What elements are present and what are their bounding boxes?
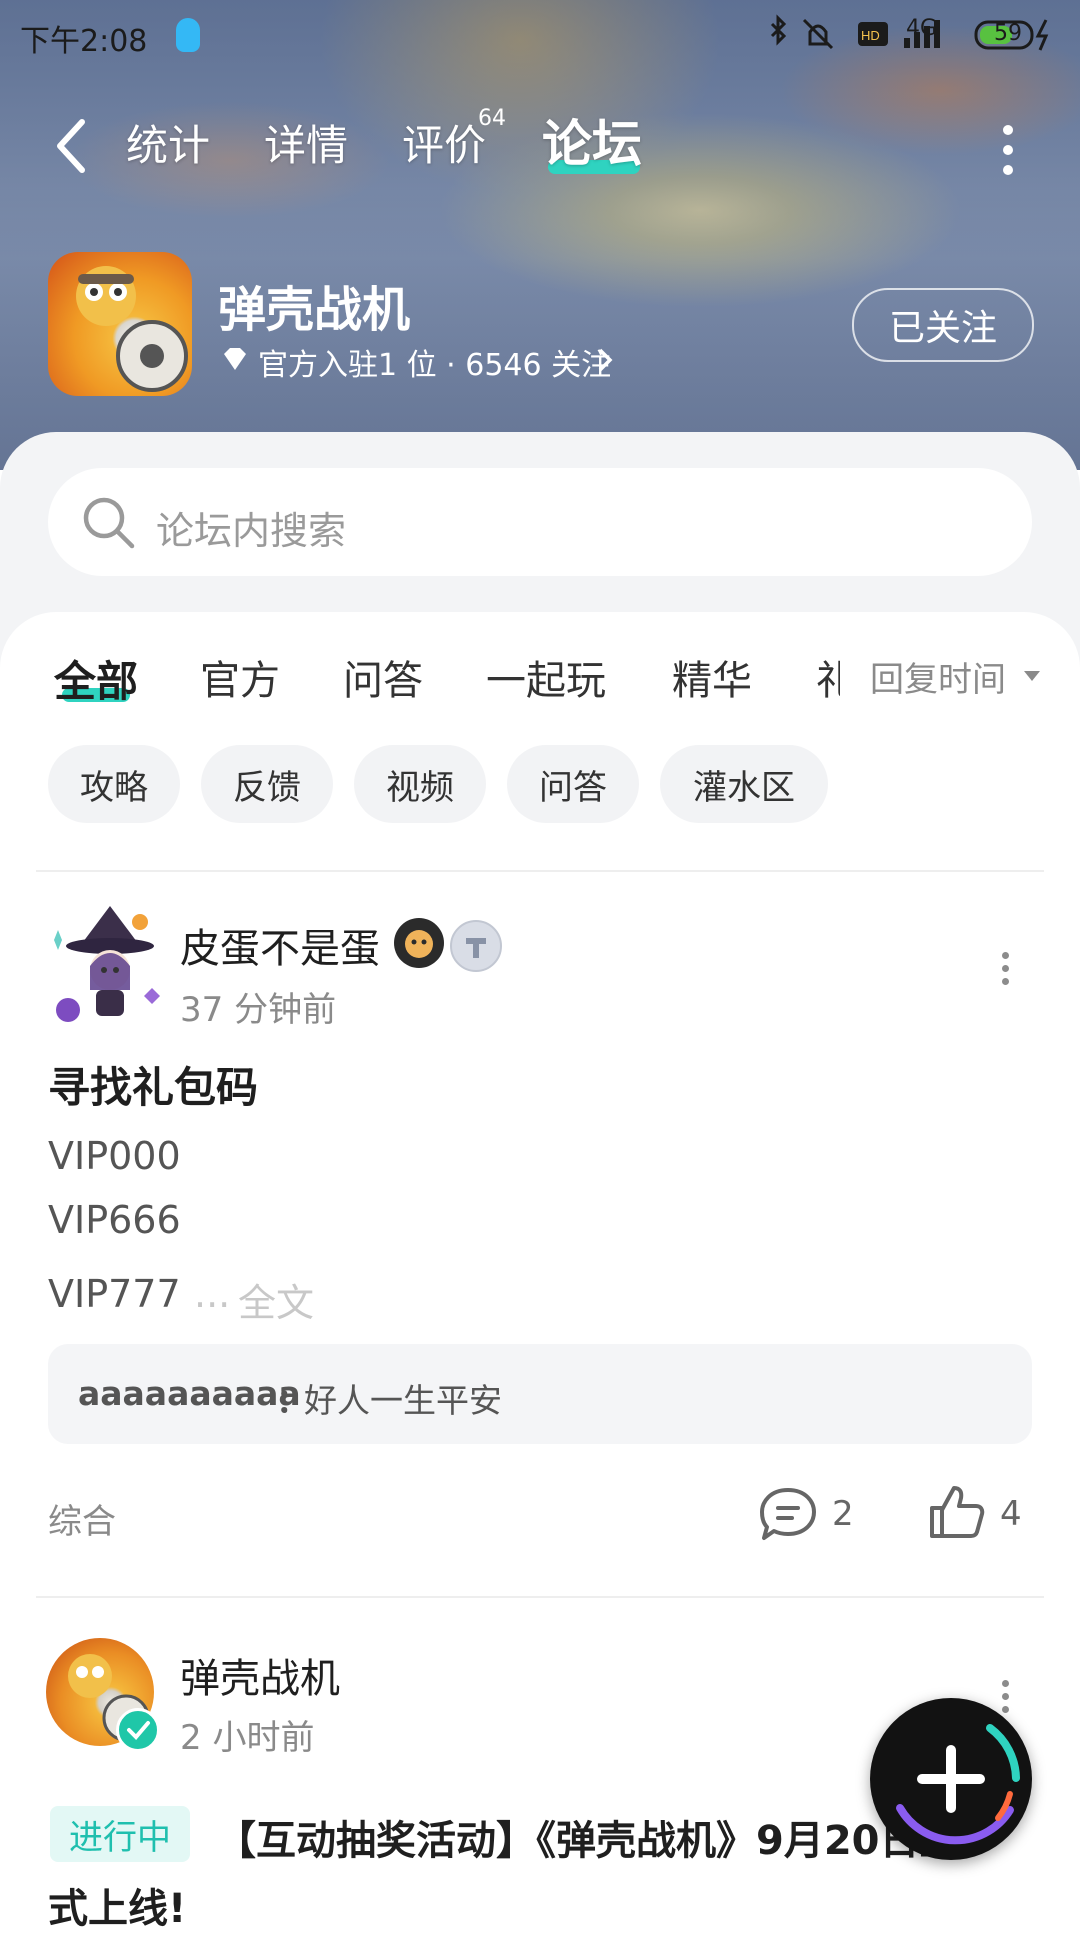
chevron-right-icon — [596, 346, 616, 374]
chip-chat[interactable]: 灌水区 — [660, 745, 828, 823]
post-title[interactable]: 寻找礼包码 — [48, 1054, 258, 1115]
back-arrow-icon — [57, 119, 85, 173]
comment-user: aaaaaaaaaa — [78, 1374, 301, 1413]
status-time: 下午2:08 — [20, 24, 148, 59]
reviews-count-badge: 64 — [478, 106, 506, 131]
category-all[interactable]: 全部 — [54, 648, 138, 709]
top-comment[interactable]: aaaaaaaaaa ： 好人一生平安 — [48, 1344, 1032, 1444]
chip-qa[interactable]: 问答 — [507, 745, 639, 823]
dropdown-caret-icon — [1024, 668, 1040, 681]
post-line: VIP666 — [48, 1198, 181, 1242]
chip-guide[interactable]: 攻略 — [48, 745, 180, 823]
game-meta[interactable]: 官方入驻1 位 · 6546 关注 — [258, 340, 611, 384]
read-more-link[interactable]: 全文 — [238, 1272, 314, 1327]
chip-feedback[interactable]: 反馈 — [201, 745, 333, 823]
search-icon — [83, 497, 135, 549]
post-author[interactable]: 弹壳战机 — [180, 1646, 340, 1704]
tab-forum[interactable]: 论坛 — [542, 104, 642, 176]
comment-text: 好人一生平安 — [304, 1381, 502, 1420]
verified-badge-icon — [116, 1708, 160, 1752]
qq-notification-icon — [176, 18, 200, 52]
header-shade — [0, 0, 1080, 470]
sort-dropdown[interactable]: 回复时间 — [870, 652, 1006, 701]
tab-stats[interactable]: 统计 — [126, 112, 210, 173]
new-post-fab[interactable] — [870, 1698, 1032, 1860]
post-time: 37 分钟前 — [180, 990, 337, 1030]
tab-reviews[interactable]: 评价 — [402, 112, 486, 173]
signal-type: 4G — [906, 16, 938, 41]
category-featured[interactable]: 精华 — [672, 648, 752, 706]
comment-icon[interactable] — [756, 1484, 820, 1544]
game-title: 弹壳战机 — [218, 282, 411, 338]
game-logo-art — [76, 266, 188, 392]
post-more-button[interactable] — [1002, 952, 1010, 991]
game-app-icon[interactable] — [48, 252, 192, 396]
category-gift-partial[interactable]: 礼 — [816, 648, 840, 706]
post-line: VIP777 — [48, 1272, 181, 1316]
comment-count: 2 — [832, 1494, 854, 1534]
more-menu-button[interactable] — [1000, 124, 1016, 176]
divider — [36, 870, 1044, 872]
post-time: 2 小时前 — [180, 1718, 315, 1758]
search-bar[interactable]: 论坛内搜索 — [48, 468, 1032, 576]
status-badge: 进行中 — [50, 1806, 190, 1862]
gamepad-badge-icon — [394, 918, 444, 968]
back-button[interactable] — [52, 116, 92, 176]
post-author[interactable]: 皮蛋不是蛋 — [180, 916, 380, 974]
level-badge-icon — [450, 920, 502, 972]
follow-button[interactable]: 已关注 — [852, 288, 1034, 362]
plus-icon — [896, 1724, 1020, 1845]
category-qa[interactable]: 问答 — [343, 648, 423, 706]
category-official[interactable]: 官方 — [200, 648, 280, 706]
like-icon[interactable] — [926, 1482, 986, 1542]
category-play-together[interactable]: 一起玩 — [486, 648, 606, 706]
post-ellipsis: ... — [194, 1272, 231, 1316]
post-title-continued[interactable]: 式上线! — [48, 1876, 186, 1934]
battery-level: 59 — [994, 21, 1022, 46]
witch-avatar-art — [54, 906, 160, 1022]
tab-details[interactable]: 详情 — [264, 112, 348, 173]
chip-video[interactable]: 视频 — [354, 745, 486, 823]
divider — [36, 1596, 1044, 1598]
svg-text:HD: HD — [861, 28, 880, 43]
post-tag[interactable]: 综合 — [48, 1494, 116, 1543]
post-line: VIP000 — [48, 1134, 181, 1178]
diamond-icon — [220, 344, 250, 374]
like-count: 4 — [1000, 1494, 1022, 1534]
search-placeholder: 论坛内搜索 — [156, 509, 347, 553]
avatar[interactable] — [40, 900, 170, 1030]
more-vertical-icon — [1003, 125, 1013, 175]
